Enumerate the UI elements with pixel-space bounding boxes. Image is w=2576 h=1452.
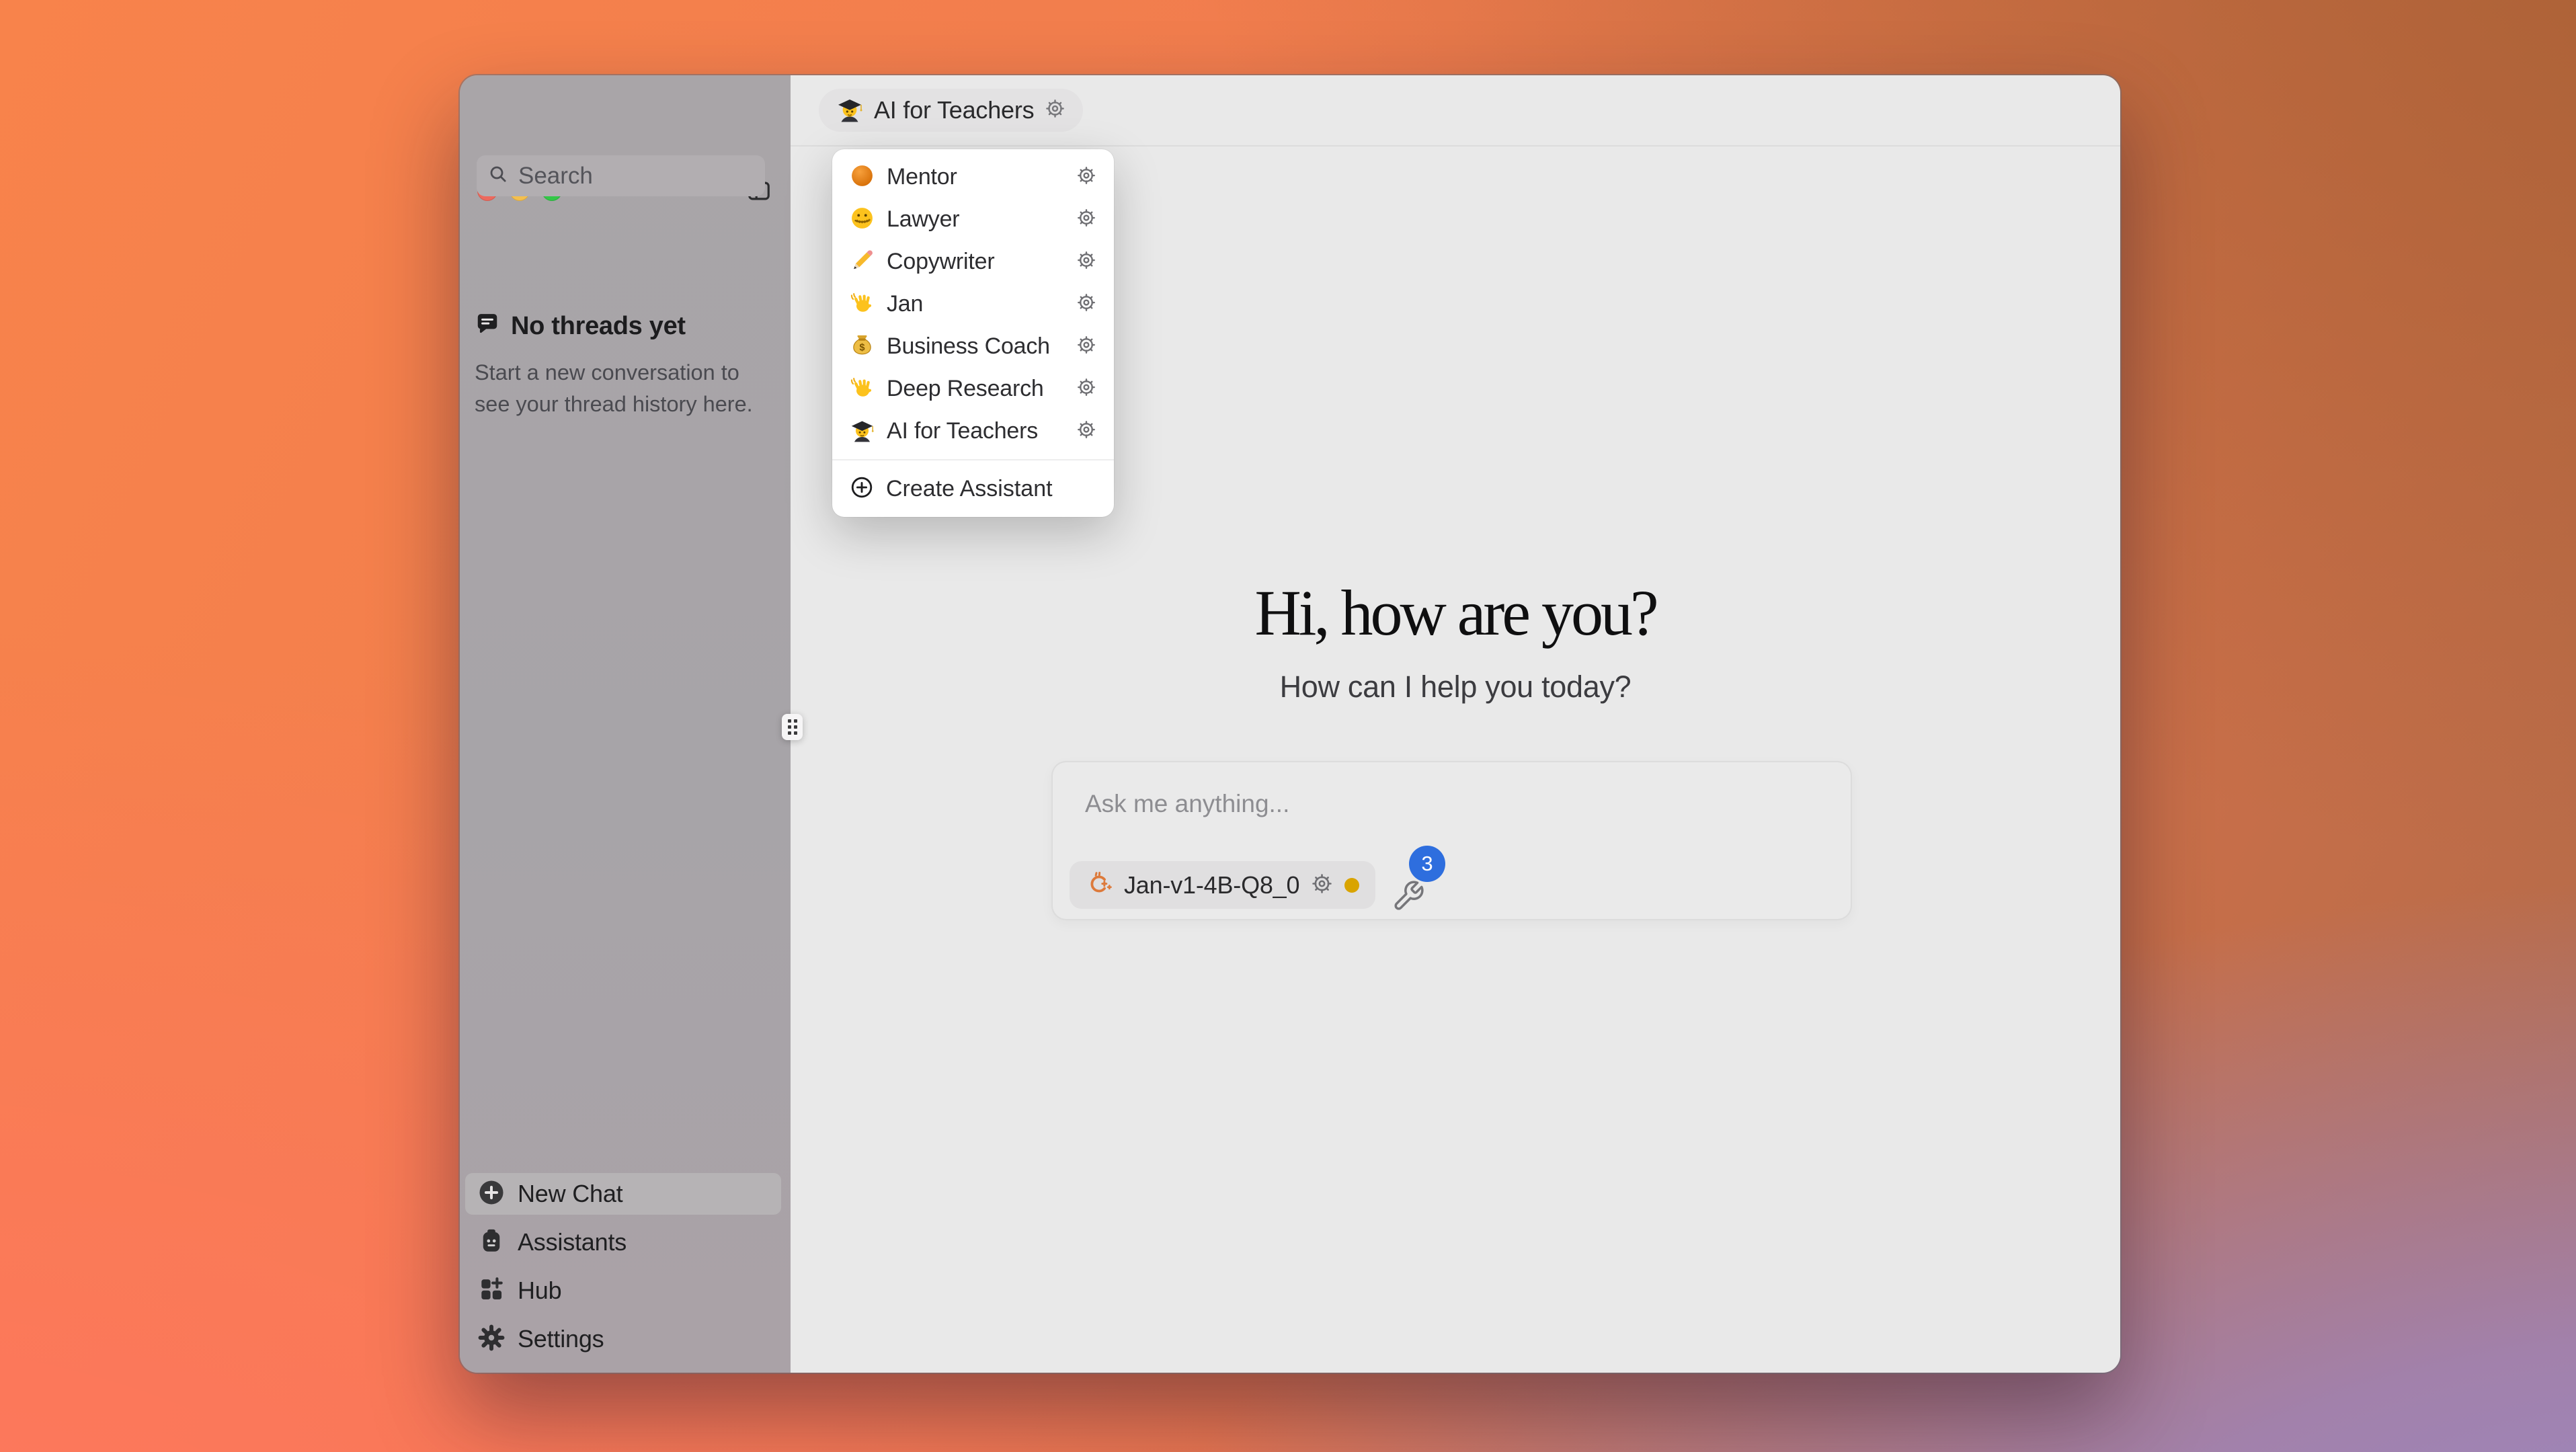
sidebar-item-new-chat[interactable]: New Chat	[465, 1173, 781, 1215]
plus-circle-outline-icon	[850, 475, 874, 503]
gear-icon[interactable]	[1076, 419, 1096, 443]
plus-circle-icon	[477, 1178, 506, 1210]
menu-item-label: AI for Teachers	[887, 418, 1064, 444]
main-content: AI for Teachers Mentor	[791, 75, 2120, 1373]
menu-item-ai-for-teachers[interactable]: AI for Teachers	[832, 410, 1114, 452]
sidebar: No threads yet Start a new conversation …	[460, 75, 791, 1373]
male-student-emoji-icon	[836, 95, 863, 126]
menu-item-deep-research[interactable]: Deep Research	[832, 368, 1114, 410]
sidebar-item-hub[interactable]: Hub	[465, 1270, 781, 1312]
menu-item-mentor[interactable]: Mentor	[832, 156, 1114, 198]
waving-hand-emoji-icon	[850, 290, 875, 319]
sidebar-item-label: Settings	[518, 1325, 604, 1353]
sidebar-item-settings[interactable]: Settings	[465, 1318, 781, 1360]
message-input[interactable]	[1084, 789, 1792, 819]
sidebar-item-label: Assistants	[518, 1228, 627, 1256]
desktop-wallpaper: No threads yet Start a new conversation …	[0, 0, 2576, 1452]
menu-item-lawyer[interactable]: Lawyer	[832, 198, 1114, 241]
sidebar-nav: New Chat Assistants Hub	[465, 1173, 781, 1360]
menu-item-label: Mentor	[887, 164, 1064, 190]
money-bag-emoji-icon: $	[850, 333, 875, 361]
menu-item-label: Deep Research	[887, 376, 1064, 402]
wrench-icon	[1396, 882, 1422, 909]
menu-item-label: Jan	[887, 291, 1064, 317]
model-status-dot	[1344, 878, 1359, 893]
gear-icon[interactable]	[1076, 292, 1096, 316]
assistant-selector-pill[interactable]: AI for Teachers	[819, 89, 1083, 132]
model-selector-pill[interactable]: Jan-v1-4B-Q8_0	[1070, 861, 1375, 909]
gear-icon	[477, 1324, 506, 1355]
assistant-selector-label: AI for Teachers	[874, 96, 1034, 124]
sidebar-item-label: Hub	[518, 1277, 561, 1305]
threads-empty-state: No threads yet Start a new conversation …	[475, 312, 770, 420]
empty-state-title: No threads yet	[511, 312, 686, 341]
tools-button[interactable]: 3	[1392, 863, 1436, 913]
zipper-mouth-face-emoji-icon	[850, 206, 875, 234]
menu-item-copywriter[interactable]: Copywriter	[832, 241, 1114, 283]
waving-hand-emoji-icon	[850, 375, 875, 403]
search-input[interactable]	[517, 162, 823, 190]
grid-plus-icon	[477, 1275, 506, 1307]
robot-icon	[477, 1227, 506, 1258]
menu-item-label: Copywriter	[887, 249, 1064, 275]
search-box	[477, 155, 765, 196]
create-assistant-label: Create Assistant	[886, 476, 1053, 502]
gear-icon[interactable]	[1076, 165, 1096, 189]
orange-circle-emoji-icon	[850, 163, 875, 192]
menu-item-label: Lawyer	[887, 206, 1064, 233]
gear-icon[interactable]	[1045, 98, 1065, 122]
greeting-title: Hi, how are you?	[791, 575, 2120, 650]
sidebar-resize-handle[interactable]	[782, 714, 803, 740]
llama-cpp-icon	[1086, 870, 1113, 900]
search-icon	[487, 163, 509, 188]
gear-icon[interactable]	[1076, 250, 1096, 274]
message-square-icon	[475, 312, 500, 341]
sidebar-item-label: New Chat	[518, 1180, 622, 1208]
male-student-emoji-icon	[850, 417, 875, 446]
tools-count-badge: 3	[1409, 846, 1445, 882]
empty-state-description: Start a new conversation to see your thr…	[475, 357, 770, 420]
svg-text:$: $	[859, 342, 864, 353]
gear-icon[interactable]	[1311, 873, 1333, 898]
app-window: No threads yet Start a new conversation …	[460, 75, 2120, 1373]
assistants-menu: Mentor Lawyer Copywriter	[832, 149, 1114, 517]
toolbar: AI for Teachers	[791, 75, 2120, 147]
menu-item-label: Business Coach	[887, 333, 1064, 360]
sidebar-item-assistants[interactable]: Assistants	[465, 1221, 781, 1263]
pencil-emoji-icon	[850, 248, 875, 276]
gear-icon[interactable]	[1076, 208, 1096, 231]
create-assistant-button[interactable]: Create Assistant	[832, 460, 1114, 517]
menu-item-jan[interactable]: Jan	[832, 283, 1114, 325]
greeting-subtitle: How can I help you today?	[791, 670, 2120, 704]
gear-icon[interactable]	[1076, 335, 1096, 358]
model-name: Jan-v1-4B-Q8_0	[1124, 871, 1299, 899]
gear-icon[interactable]	[1076, 377, 1096, 401]
menu-item-business-coach[interactable]: $ Business Coach	[832, 325, 1114, 368]
composer-card: Jan-v1-4B-Q8_0 3	[1051, 761, 1852, 920]
